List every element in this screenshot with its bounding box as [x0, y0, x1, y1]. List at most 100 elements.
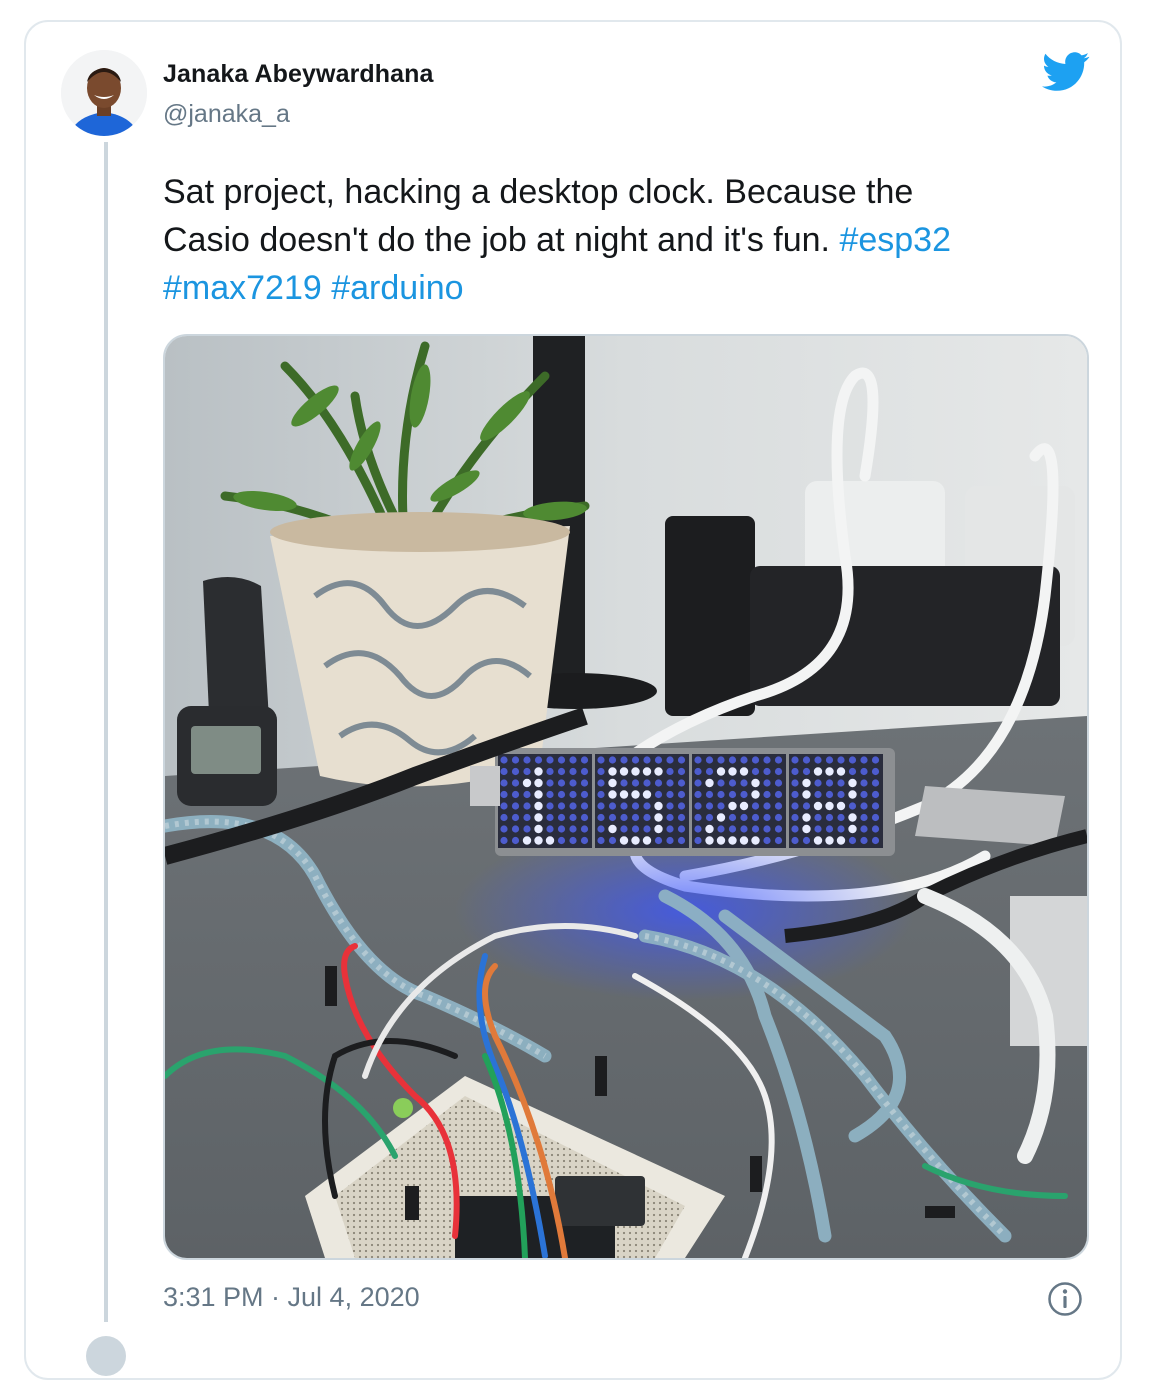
led-dot — [580, 813, 589, 822]
led-dot — [774, 767, 783, 776]
led-dot — [791, 767, 799, 776]
led-dot — [500, 756, 508, 764]
led-dot — [500, 802, 508, 810]
led-dot — [523, 825, 531, 833]
led-dot — [739, 836, 749, 845]
led-dot — [569, 779, 577, 787]
led-dot — [557, 825, 566, 833]
led-dot — [705, 756, 714, 764]
led-dot — [825, 813, 834, 822]
led-dot — [608, 802, 617, 810]
hashtag-link[interactable]: #arduino — [331, 269, 463, 307]
led-dot — [694, 767, 702, 776]
led-dot — [694, 756, 702, 764]
led-dot — [848, 767, 857, 776]
led-dot — [837, 779, 845, 787]
led-dot — [716, 813, 726, 822]
led-dot — [642, 767, 652, 776]
led-dot — [802, 767, 811, 776]
led-dot — [666, 802, 674, 810]
led-dot — [728, 790, 737, 799]
tweet-photo[interactable] — [163, 334, 1089, 1260]
led-dot — [813, 801, 823, 811]
led-dot — [511, 756, 520, 764]
author-name[interactable]: Janaka Abeywardhana — [163, 60, 434, 89]
hashtag-link[interactable]: #esp32 — [839, 221, 951, 259]
led-dot — [740, 825, 748, 833]
led-dot — [694, 836, 702, 845]
led-dot — [677, 790, 686, 799]
twitter-bird-icon[interactable] — [1042, 52, 1090, 92]
led-dot — [774, 790, 783, 799]
led-dot — [716, 767, 726, 776]
led-dot — [631, 836, 640, 845]
led-dot — [814, 756, 822, 764]
led-dot — [837, 756, 845, 764]
led-dot — [814, 790, 822, 799]
led-dot — [814, 779, 822, 787]
led-dot — [751, 836, 760, 845]
led-dot — [511, 825, 520, 833]
led-dot — [546, 756, 554, 764]
led-dot — [534, 756, 543, 764]
led-dot — [802, 756, 811, 764]
author-handle[interactable]: @janaka_a — [163, 100, 290, 129]
led-dot — [666, 767, 674, 776]
led-dot — [848, 756, 857, 764]
led-dot — [751, 825, 760, 833]
led-dot — [642, 790, 652, 799]
avatar[interactable] — [61, 50, 147, 136]
led-dot — [837, 790, 845, 799]
led-dot — [871, 790, 880, 799]
led-dot — [546, 825, 554, 833]
led-dot — [791, 790, 799, 799]
led-dot — [774, 825, 783, 833]
tweet-text-line1: Sat project, hacking a desktop clock. Be… — [163, 173, 914, 211]
led-dot — [677, 836, 686, 845]
led-dot — [666, 836, 674, 845]
led-dot — [608, 756, 617, 764]
led-dot — [705, 836, 714, 845]
led-dot — [666, 790, 674, 799]
led-dot — [643, 756, 651, 764]
led-dot — [763, 790, 771, 799]
led-dot — [569, 767, 577, 776]
led-dot — [860, 790, 868, 799]
led-dot — [534, 801, 543, 811]
led-dot — [860, 779, 868, 787]
led-dot — [545, 836, 555, 845]
led-dot — [836, 836, 846, 845]
hashtag-link[interactable]: #max7219 — [163, 269, 322, 307]
led-dot — [546, 779, 554, 787]
led-dot — [569, 802, 577, 810]
led-dot — [608, 836, 617, 845]
led-dot — [774, 836, 783, 845]
led-dot — [763, 825, 771, 833]
led-dot — [620, 802, 628, 810]
led-dot — [860, 836, 868, 845]
led-dot — [694, 790, 702, 799]
reply-avatar[interactable] — [86, 1336, 126, 1376]
led-dot — [534, 813, 543, 822]
led-dot — [705, 813, 714, 822]
led-dot — [511, 779, 520, 787]
led-dot — [523, 790, 531, 799]
led-dot — [791, 836, 799, 845]
led-dot — [763, 836, 771, 845]
led-dot — [546, 813, 554, 822]
tweet-text-line2: Casio doesn't do the job at night and it… — [163, 221, 840, 259]
led-dot — [580, 836, 589, 845]
led-dot — [557, 836, 566, 845]
led-dot — [860, 813, 868, 822]
led-dot — [523, 802, 531, 810]
info-icon[interactable] — [1047, 1281, 1083, 1317]
led-dot — [751, 813, 760, 822]
led-dot — [580, 825, 589, 833]
led-dot — [654, 767, 663, 776]
led-dot — [774, 756, 783, 764]
tweet-timestamp[interactable]: 3:31 PM · Jul 4, 2020 — [163, 1282, 420, 1313]
led-dot — [522, 778, 532, 788]
led-dot — [791, 756, 799, 764]
led-dot — [569, 825, 577, 833]
led-dot — [677, 756, 686, 764]
